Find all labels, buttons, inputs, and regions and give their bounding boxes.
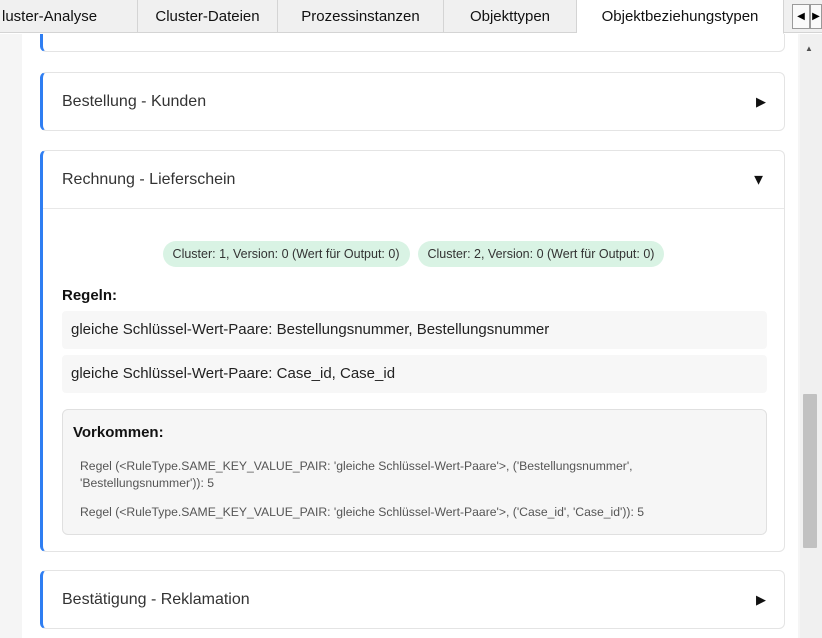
card-title: Rechnung - Lieferschein <box>62 171 236 188</box>
card-bestellung-kunden[interactable]: Bestellung - Kunden ▶ <box>40 72 785 131</box>
occurrence-line: Regel (<RuleType.SAME_KEY_VALUE_PAIR: 'g… <box>80 459 633 490</box>
tab-objektbeziehungstypen[interactable]: Objektbeziehungstypen <box>577 0 784 34</box>
cluster-badges: Cluster: 1, Version: 0 (Wert für Output:… <box>43 241 784 267</box>
tab-scroll-left-icon[interactable]: ◀ <box>792 4 810 29</box>
chevron-right-icon[interactable]: ▶ <box>756 94 766 110</box>
occurrence-line: Regel (<RuleType.SAME_KEY_VALUE_PAIR: 'g… <box>80 505 645 519</box>
rules-heading: Regeln: <box>62 287 118 304</box>
card-header[interactable]: Bestätigung - Reklamation ▶ <box>43 571 784 629</box>
cluster-badge: Cluster: 2, Version: 0 (Wert für Output:… <box>417 241 665 267</box>
tab-objekttypen[interactable]: Objekttypen <box>444 0 577 33</box>
card-previous-partial <box>40 34 785 52</box>
card-rechnung-lieferschein: Rechnung - Lieferschein ▼ Cluster: 1, Ve… <box>40 150 785 552</box>
tab-scroll-right-icon[interactable]: ▶ <box>810 4 822 29</box>
occurrences-box: Vorkommen: Regel (<RuleType.SAME_KEY_VAL… <box>62 409 767 535</box>
vertical-scrollbar[interactable]: ▲ <box>800 34 822 638</box>
chevron-down-icon[interactable]: ▼ <box>751 172 766 189</box>
card-header[interactable]: Bestellung - Kunden ▶ <box>43 73 784 131</box>
scroll-up-icon[interactable]: ▲ <box>805 44 813 53</box>
card-header[interactable]: Rechnung - Lieferschein ▼ <box>43 151 784 209</box>
divider <box>43 208 784 209</box>
card-title: Bestätigung - Reklamation <box>62 591 250 608</box>
card-bestaetigung-reklamation[interactable]: Bestätigung - Reklamation ▶ <box>40 570 785 629</box>
content-area: Bestellung - Kunden ▶ Rechnung - Liefers… <box>0 34 800 638</box>
rule-item: gleiche Schlüssel-Wert-Paare: Case_id, C… <box>62 355 767 393</box>
relationship-panel: Bestellung - Kunden ▶ Rechnung - Liefers… <box>22 34 798 638</box>
tab-cluster-analyse[interactable]: luster-Analyse <box>0 0 138 33</box>
cluster-badge: Cluster: 1, Version: 0 (Wert für Output:… <box>162 241 410 267</box>
chevron-right-icon[interactable]: ▶ <box>756 592 766 608</box>
card-title: Bestellung - Kunden <box>62 93 207 110</box>
tab-cluster-dateien[interactable]: Cluster-Dateien <box>138 0 278 33</box>
tab-prozessinstanzen[interactable]: Prozessinstanzen <box>278 0 444 33</box>
rule-item: gleiche Schlüssel-Wert-Paare: Bestellung… <box>62 311 767 349</box>
occurrences-heading: Vorkommen: <box>73 424 164 441</box>
tab-bar: luster-Analyse Cluster-Dateien Prozessin… <box>0 0 822 34</box>
scrollbar-thumb[interactable] <box>803 394 817 548</box>
